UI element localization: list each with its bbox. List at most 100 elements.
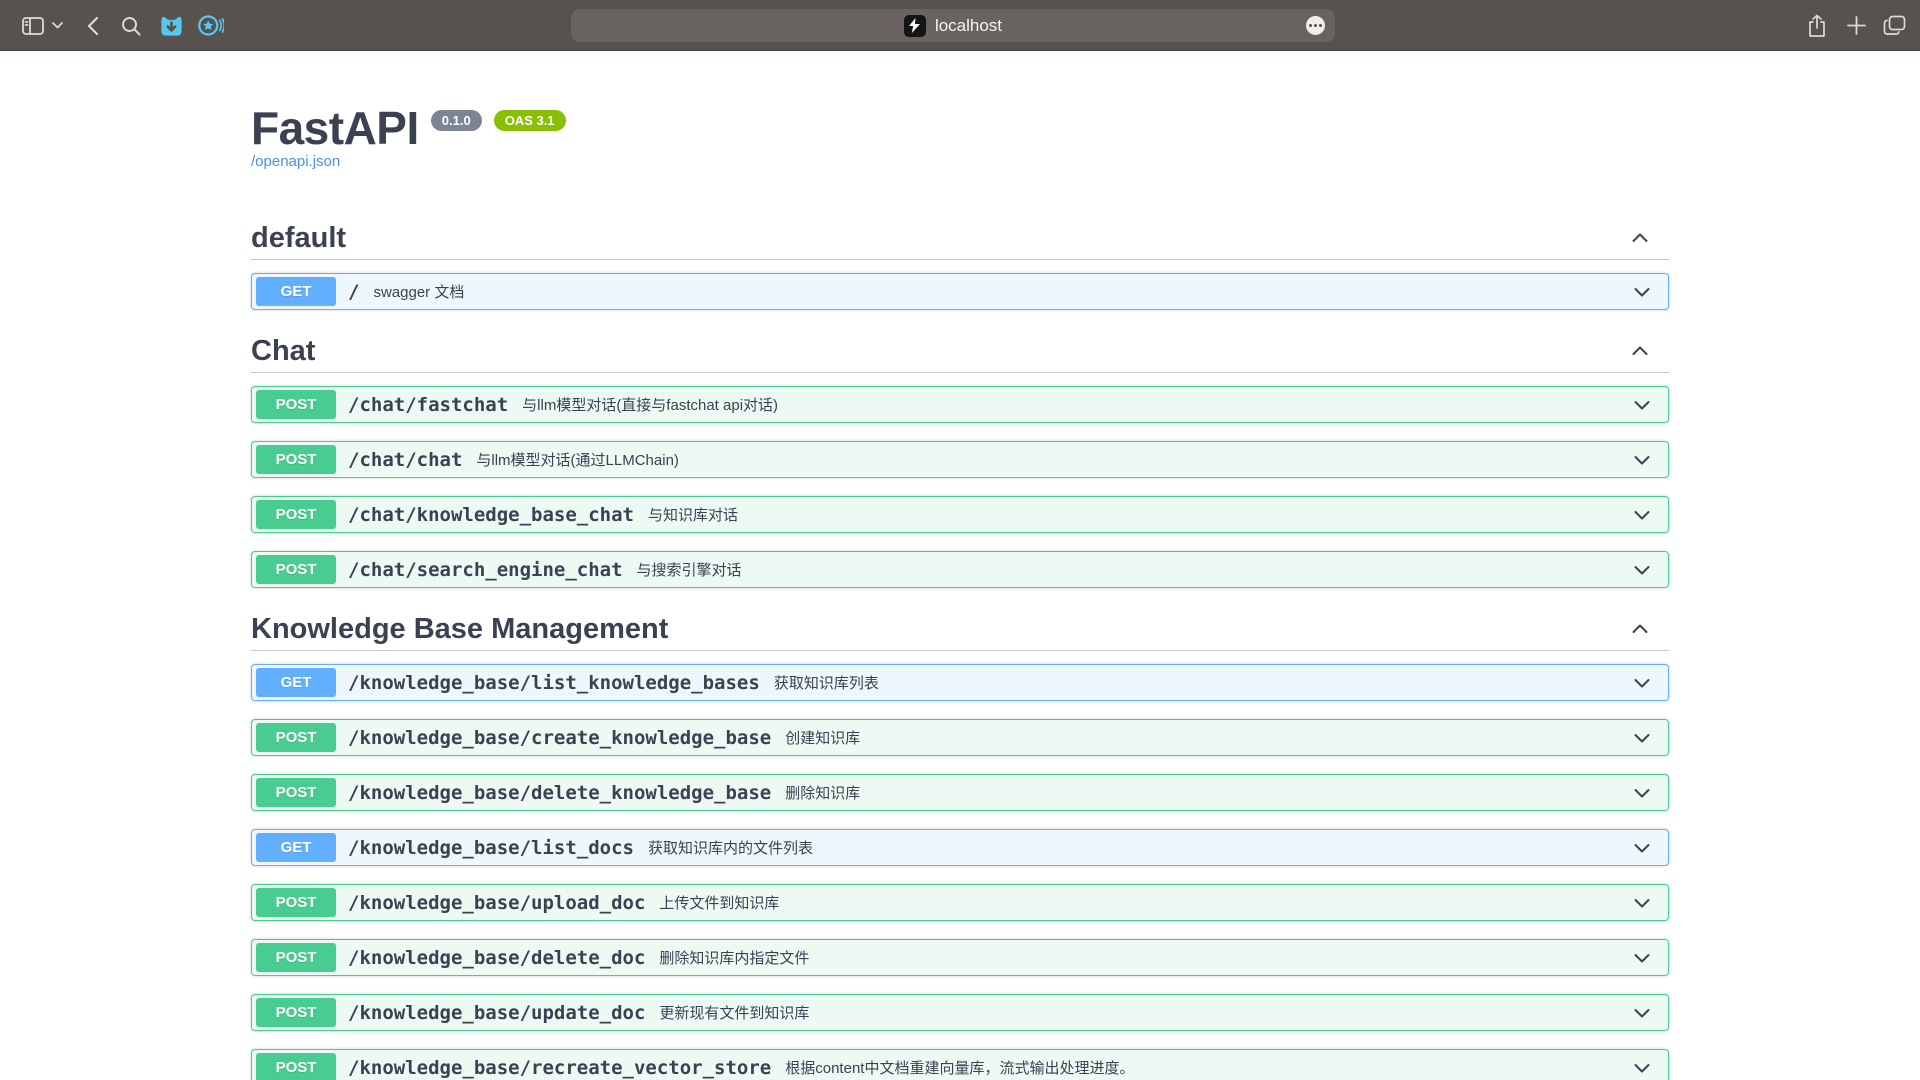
method-badge: POST bbox=[256, 723, 336, 752]
endpoint-path: /knowledge_base/list_docs bbox=[348, 837, 634, 859]
page-title: FastAPI bbox=[251, 104, 419, 152]
openapi-spec-link[interactable]: /openapi.json bbox=[251, 152, 340, 172]
endpoint-summary: swagger 文档 bbox=[373, 281, 464, 302]
endpoint-summary: 与知识库对话 bbox=[648, 504, 738, 525]
endpoint-path: /chat/fastchat bbox=[348, 394, 508, 416]
method-badge: POST bbox=[256, 943, 336, 972]
sections: default GET / swagger 文档 Chat POS bbox=[251, 223, 1669, 1080]
chevron-down-icon[interactable] bbox=[1632, 395, 1652, 415]
sidebar-toggle-icon[interactable] bbox=[20, 0, 46, 51]
endpoint-row[interactable]: GET /knowledge_base/list_knowledge_bases… bbox=[251, 664, 1669, 701]
endpoint-row[interactable]: GET /knowledge_base/list_docs 获取知识库内的文件列… bbox=[251, 829, 1669, 866]
chevron-down-icon[interactable] bbox=[1632, 728, 1652, 748]
site-favicon bbox=[904, 15, 926, 37]
browser-toolbar: localhost bbox=[0, 0, 1920, 51]
endpoint-row[interactable]: POST /knowledge_base/recreate_vector_sto… bbox=[251, 1049, 1669, 1080]
chevron-down-icon[interactable] bbox=[1632, 783, 1652, 803]
endpoint-summary: 更新现有文件到知识库 bbox=[659, 1002, 809, 1023]
chevron-up-icon bbox=[1630, 619, 1650, 639]
endpoint-row[interactable]: GET / swagger 文档 bbox=[251, 273, 1669, 310]
endpoint-row[interactable]: POST /chat/chat 与llm模型对话(通过LLMChain) bbox=[251, 441, 1669, 478]
endpoint-path: /knowledge_base/list_knowledge_bases bbox=[348, 672, 760, 694]
endpoint-row[interactable]: POST /knowledge_base/update_doc 更新现有文件到知… bbox=[251, 994, 1669, 1031]
section-header[interactable]: Chat bbox=[251, 336, 1669, 373]
chevron-up-icon bbox=[1630, 341, 1650, 361]
share-icon[interactable] bbox=[1804, 0, 1830, 51]
endpoint-row[interactable]: POST /chat/fastchat 与llm模型对话(直接与fastchat… bbox=[251, 386, 1669, 423]
endpoint-row[interactable]: POST /knowledge_base/delete_knowledge_ba… bbox=[251, 774, 1669, 811]
method-badge: POST bbox=[256, 500, 336, 529]
method-badge: GET bbox=[256, 833, 336, 862]
chevron-down-icon[interactable] bbox=[1632, 450, 1652, 470]
endpoint-row[interactable]: POST /knowledge_base/delete_doc 删除知识库内指定… bbox=[251, 939, 1669, 976]
method-badge: GET bbox=[256, 668, 336, 697]
endpoint-path: /knowledge_base/upload_doc bbox=[348, 892, 645, 914]
endpoint-summary: 与llm模型对话(通过LLMChain) bbox=[476, 449, 679, 470]
collapse-section-button[interactable] bbox=[1630, 619, 1650, 639]
endpoint-summary: 创建知识库 bbox=[785, 727, 860, 748]
oas-badge: OAS 3.1 bbox=[494, 110, 566, 131]
section-title: default bbox=[251, 223, 346, 253]
section-title: Chat bbox=[251, 336, 315, 366]
endpoint-row[interactable]: POST /knowledge_base/upload_doc 上传文件到知识库 bbox=[251, 884, 1669, 921]
extension-live-icon[interactable] bbox=[194, 0, 226, 51]
page-more-options-icon[interactable] bbox=[1306, 16, 1325, 35]
swagger-page: FastAPI 0.1.0 OAS 3.1 /openapi.json defa… bbox=[0, 51, 1920, 1080]
endpoint-summary: 根据content中文档重建向量库，流式输出处理进度。 bbox=[785, 1057, 1134, 1078]
chevron-down-icon[interactable] bbox=[1632, 673, 1652, 693]
section-title: Knowledge Base Management bbox=[251, 614, 668, 644]
api-section: Chat POST /chat/fastchat 与llm模型对话(直接与fas… bbox=[251, 336, 1669, 588]
section-endpoints: POST /chat/fastchat 与llm模型对话(直接与fastchat… bbox=[251, 373, 1669, 588]
chevron-down-icon[interactable] bbox=[1632, 505, 1652, 525]
tab-overview-icon[interactable] bbox=[1880, 0, 1908, 51]
endpoint-path: /knowledge_base/delete_doc bbox=[348, 947, 645, 969]
api-section: default GET / swagger 文档 bbox=[251, 223, 1669, 310]
endpoint-path: /chat/search_engine_chat bbox=[348, 559, 623, 581]
chevron-down-icon[interactable] bbox=[1632, 282, 1652, 302]
endpoint-row[interactable]: POST /chat/knowledge_base_chat 与知识库对话 bbox=[251, 496, 1669, 533]
endpoint-summary: 上传文件到知识库 bbox=[659, 892, 779, 913]
collapse-section-button[interactable] bbox=[1630, 228, 1650, 248]
new-tab-icon[interactable] bbox=[1843, 0, 1869, 51]
section-header[interactable]: Knowledge Base Management bbox=[251, 614, 1669, 651]
chevron-down-icon[interactable] bbox=[1632, 560, 1652, 580]
method-badge: POST bbox=[256, 778, 336, 807]
chevron-down-icon[interactable] bbox=[1632, 948, 1652, 968]
chevron-up-icon bbox=[1630, 228, 1650, 248]
version-badge: 0.1.0 bbox=[431, 110, 482, 131]
chevron-down-icon[interactable] bbox=[1632, 1003, 1652, 1023]
endpoint-summary: 获取知识库列表 bbox=[774, 672, 879, 693]
endpoint-path: /knowledge_base/update_doc bbox=[348, 1002, 645, 1024]
collapse-section-button[interactable] bbox=[1630, 341, 1650, 361]
method-badge: POST bbox=[256, 998, 336, 1027]
extension-downloader-icon[interactable] bbox=[155, 0, 187, 51]
back-icon[interactable] bbox=[82, 0, 104, 51]
chevron-down-icon[interactable] bbox=[50, 0, 64, 51]
method-badge: GET bbox=[256, 277, 336, 306]
endpoint-row[interactable]: POST /knowledge_base/create_knowledge_ba… bbox=[251, 719, 1669, 756]
endpoint-summary: 获取知识库内的文件列表 bbox=[648, 837, 813, 858]
method-badge: POST bbox=[256, 390, 336, 419]
endpoint-summary: 删除知识库 bbox=[785, 782, 860, 803]
endpoint-path: /chat/knowledge_base_chat bbox=[348, 504, 634, 526]
chevron-down-icon[interactable] bbox=[1632, 893, 1652, 913]
method-badge: POST bbox=[256, 555, 336, 584]
section-header[interactable]: default bbox=[251, 223, 1669, 260]
chevron-down-icon[interactable] bbox=[1632, 1058, 1652, 1078]
endpoint-row[interactable]: POST /chat/search_engine_chat 与搜索引擎对话 bbox=[251, 551, 1669, 588]
api-section: Knowledge Base Management GET /knowledge… bbox=[251, 614, 1669, 1080]
section-endpoints: GET /knowledge_base/list_knowledge_bases… bbox=[251, 651, 1669, 1080]
url-text: localhost bbox=[935, 16, 1002, 36]
address-bar[interactable]: localhost bbox=[571, 9, 1335, 42]
endpoint-summary: 与搜索引擎对话 bbox=[637, 559, 742, 580]
method-badge: POST bbox=[256, 445, 336, 474]
api-info: FastAPI 0.1.0 OAS 3.1 /openapi.json bbox=[251, 104, 1669, 172]
method-badge: POST bbox=[256, 1053, 336, 1080]
endpoint-summary: 删除知识库内指定文件 bbox=[659, 947, 809, 968]
endpoint-path: /knowledge_base/delete_knowledge_base bbox=[348, 782, 771, 804]
section-endpoints: GET / swagger 文档 bbox=[251, 260, 1669, 310]
search-icon[interactable] bbox=[119, 0, 143, 51]
chevron-down-icon[interactable] bbox=[1632, 838, 1652, 858]
endpoint-summary: 与llm模型对话(直接与fastchat api对话) bbox=[522, 394, 778, 415]
endpoint-path: /knowledge_base/recreate_vector_store bbox=[348, 1057, 771, 1079]
